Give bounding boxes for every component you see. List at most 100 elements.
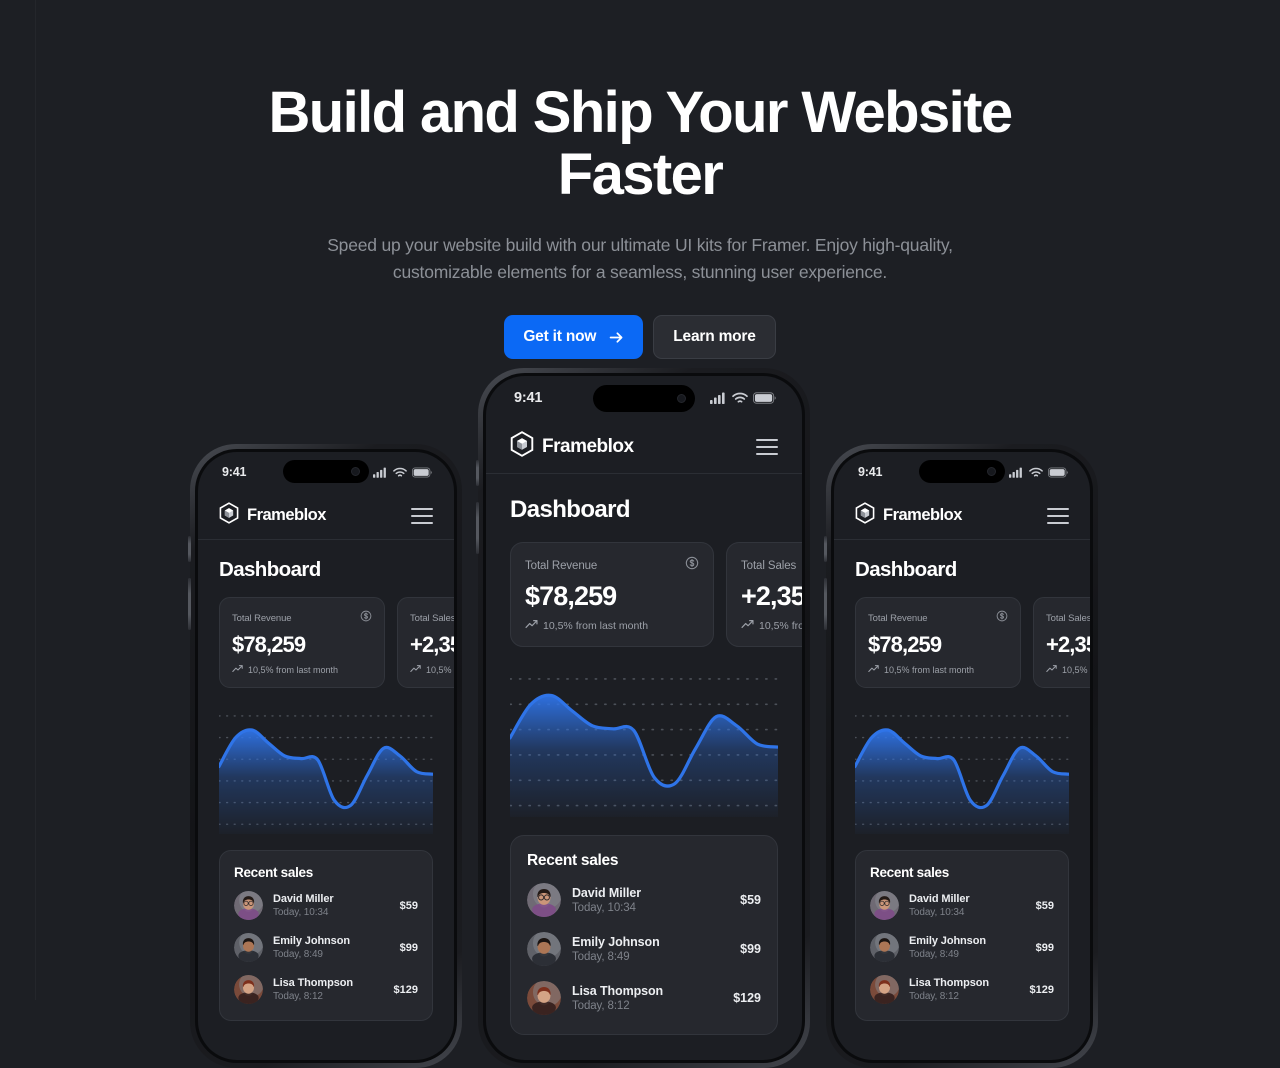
stat-label: Total Revenue bbox=[525, 559, 598, 572]
hexagon-cube-logo-icon bbox=[510, 431, 534, 462]
phone-screen: 9:41 Frameblox Dashboard Total Revenue $… bbox=[486, 376, 802, 1060]
sale-person: Emily Johnson Today, 8:49 bbox=[909, 935, 986, 960]
avatar bbox=[234, 891, 263, 920]
revenue-area-chart bbox=[855, 704, 1069, 834]
stat-card-total-revenue: Total Revenue $78,259 10,5% from last mo… bbox=[510, 542, 714, 647]
sale-time: Today, 8:12 bbox=[909, 991, 959, 1002]
status-bar-icons bbox=[373, 467, 432, 478]
dashboard-title: Dashboard bbox=[219, 558, 321, 581]
stat-label: Total Sales bbox=[741, 559, 797, 572]
recent-sales-card: Recent sales David Miller Today, 10:34 $… bbox=[855, 850, 1069, 1021]
sale-amount: $59 bbox=[1035, 899, 1054, 912]
wifi-icon bbox=[393, 467, 407, 478]
brand-logo[interactable]: Frameblox bbox=[510, 431, 634, 462]
list-item[interactable]: David Miller Today, 10:34 $59 bbox=[870, 891, 1054, 920]
sale-amount: $129 bbox=[1029, 983, 1054, 996]
stat-value: $78,259 bbox=[525, 581, 617, 611]
avatar bbox=[527, 981, 561, 1015]
brand-name: Frameblox bbox=[542, 435, 634, 457]
page-title: Build and Ship Your Website Faster bbox=[268, 80, 1013, 207]
sale-name: Lisa Thompson bbox=[572, 984, 664, 998]
trend-up-icon bbox=[741, 619, 754, 632]
status-bar-time: 9:41 bbox=[514, 390, 543, 406]
list-item[interactable]: David Miller Today, 10:34 $59 bbox=[234, 891, 418, 920]
status-bar-time: 9:41 bbox=[222, 465, 247, 479]
hamburger-menu-icon[interactable] bbox=[411, 507, 433, 524]
front-camera-icon bbox=[987, 467, 996, 476]
stat-card-total-sales: Total Sales +2,350 10,5% from last bbox=[1033, 597, 1090, 688]
dashboard-content: Dashboard Total Revenue $78,259 10,5% fr… bbox=[198, 558, 454, 1021]
stat-delta: 10,5% from last month bbox=[1046, 664, 1090, 675]
sale-amount: $99 bbox=[740, 942, 761, 956]
stat-card-header: Total Sales bbox=[741, 556, 802, 575]
stat-card-header: Total Sales bbox=[410, 609, 454, 627]
phone-mockup-center: 9:41 Frameblox Dashboard Total Revenue $… bbox=[476, 368, 810, 1068]
learn-more-label: Learn more bbox=[673, 328, 756, 345]
stat-value: $78,259 bbox=[868, 632, 942, 657]
list-item[interactable]: David Miller Today, 10:34 $59 bbox=[527, 883, 761, 917]
trend-up-icon bbox=[1046, 664, 1057, 675]
brand-name: Frameblox bbox=[883, 506, 962, 524]
sale-person: Emily Johnson Today, 8:49 bbox=[273, 935, 350, 960]
stat-delta: 10,5% from last month bbox=[868, 664, 1008, 675]
trend-up-icon bbox=[410, 664, 421, 675]
sale-name: David Miller bbox=[572, 886, 641, 900]
recent-sales-card: Recent sales David Miller Today, 10:34 $… bbox=[510, 835, 778, 1035]
avatar bbox=[527, 883, 561, 917]
sale-person: David Miller Today, 10:34 bbox=[273, 893, 334, 918]
revenue-area-chart bbox=[219, 704, 433, 834]
learn-more-button[interactable]: Learn more bbox=[653, 315, 776, 359]
wifi-icon bbox=[732, 392, 748, 404]
brand-name: Frameblox bbox=[247, 506, 326, 524]
avatar bbox=[234, 933, 263, 962]
wifi-icon bbox=[1029, 467, 1043, 478]
sale-amount: $129 bbox=[393, 983, 418, 996]
sale-name: Lisa Thompson bbox=[273, 977, 353, 989]
stat-card-total-sales: Total Sales +2,350 10,5% from last bbox=[726, 542, 802, 647]
battery-icon bbox=[753, 392, 776, 404]
status-bar-icons bbox=[710, 392, 776, 404]
sale-amount: $99 bbox=[1035, 941, 1054, 954]
sale-name: David Miller bbox=[273, 893, 334, 905]
dynamic-island bbox=[283, 460, 369, 483]
dollar-circle-icon bbox=[996, 609, 1008, 627]
stat-card-total-sales: Total Sales +2,350 10,5% from last bbox=[397, 597, 454, 688]
avatar bbox=[870, 891, 899, 920]
stat-label: Total Sales bbox=[1046, 612, 1090, 624]
stats-row: Total Revenue $78,259 10,5% from last mo… bbox=[510, 542, 802, 647]
hamburger-menu-icon[interactable] bbox=[756, 438, 778, 455]
stat-value: +2,350 bbox=[1046, 632, 1090, 657]
front-camera-icon bbox=[677, 394, 686, 403]
stats-row: Total Revenue $78,259 10,5% from last mo… bbox=[219, 597, 454, 688]
get-it-now-button[interactable]: Get it now bbox=[504, 315, 644, 359]
hamburger-menu-icon[interactable] bbox=[1047, 507, 1069, 524]
list-item[interactable]: Emily Johnson Today, 8:49 $99 bbox=[234, 933, 418, 962]
recent-sales-title: Recent sales bbox=[870, 865, 949, 880]
sale-amount: $59 bbox=[740, 893, 761, 907]
cellular-signal-icon bbox=[710, 392, 727, 404]
phone-bezel: 9:41 Frameblox Dashboard Total Revenue $… bbox=[195, 449, 457, 1063]
status-bar: 9:41 bbox=[834, 452, 1090, 492]
stat-delta-text: 10,5% from last month bbox=[884, 664, 975, 675]
stat-delta: 10,5% from last month bbox=[741, 619, 802, 632]
brand-logo[interactable]: Frameblox bbox=[855, 502, 962, 529]
sale-time: Today, 10:34 bbox=[909, 907, 965, 918]
phone-bezel: 9:41 Frameblox Dashboard Total Revenue $… bbox=[483, 373, 805, 1063]
trend-up-icon bbox=[525, 619, 538, 632]
battery-icon bbox=[412, 467, 432, 478]
stats-row: Total Revenue $78,259 10,5% from last mo… bbox=[855, 597, 1090, 688]
status-bar-icons bbox=[1009, 467, 1068, 478]
stat-card-header: Total Sales bbox=[1046, 609, 1090, 627]
list-item[interactable]: Emily Johnson Today, 8:49 $99 bbox=[527, 932, 761, 966]
stat-delta-text: 10,5% from last month bbox=[1062, 664, 1090, 675]
phone-screen: 9:41 Frameblox Dashboard Total Revenue $… bbox=[834, 452, 1090, 1060]
recent-sales-title: Recent sales bbox=[234, 865, 313, 880]
app-header: Frameblox bbox=[198, 492, 454, 540]
sale-person: Lisa Thompson Today, 8:12 bbox=[572, 984, 663, 1012]
stat-delta: 10,5% from last month bbox=[410, 664, 454, 675]
sale-amount: $59 bbox=[399, 899, 418, 912]
stat-delta: 10,5% from last month bbox=[232, 664, 372, 675]
brand-logo[interactable]: Frameblox bbox=[219, 502, 326, 529]
list-item[interactable]: Emily Johnson Today, 8:49 $99 bbox=[870, 933, 1054, 962]
list-item[interactable]: Lisa Thompson Today, 8:12 $129 bbox=[527, 981, 761, 1015]
